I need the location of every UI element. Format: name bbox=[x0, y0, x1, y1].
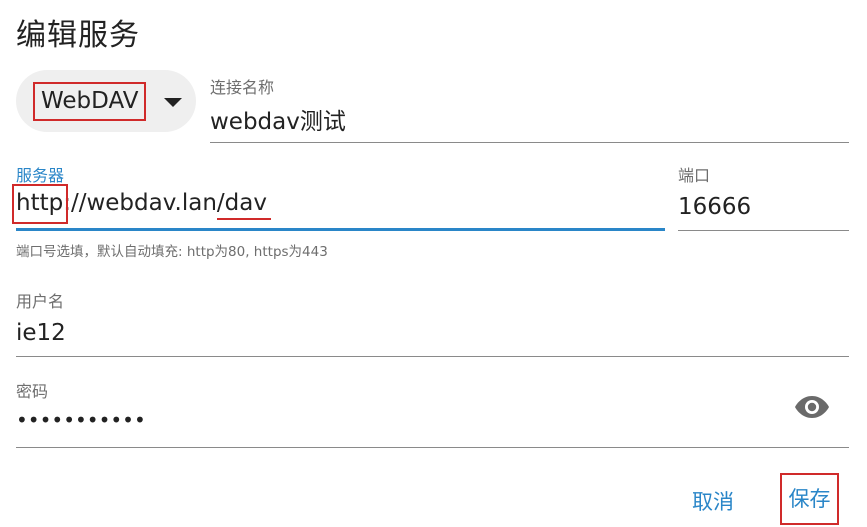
save-button[interactable]: 保存 bbox=[780, 473, 839, 525]
dropdown-arrow-icon bbox=[164, 98, 182, 107]
password-input[interactable]: ••••••••••• bbox=[16, 408, 146, 432]
server-label: 服务器 bbox=[16, 166, 65, 185]
eye-icon[interactable] bbox=[794, 394, 830, 420]
server-underline-focused bbox=[16, 228, 665, 231]
protocol-selected-value: WebDAV bbox=[33, 82, 147, 121]
path-highlight-underline bbox=[217, 218, 271, 220]
username-label: 用户名 bbox=[16, 292, 65, 311]
scheme-highlight-box bbox=[12, 184, 68, 224]
username-input[interactable]: ie12 bbox=[16, 320, 66, 346]
port-input[interactable]: 16666 bbox=[678, 194, 751, 220]
username-field[interactable]: 用户名 ie12 bbox=[16, 288, 849, 360]
connection-name-input[interactable]: webdav测试 bbox=[210, 102, 346, 136]
password-label: 密码 bbox=[16, 382, 49, 401]
connection-name-label: 连接名称 bbox=[210, 78, 275, 97]
username-underline bbox=[16, 356, 849, 357]
password-underline bbox=[16, 447, 849, 448]
connection-name-underline bbox=[210, 142, 849, 143]
server-helper-text: 端口号选填，默认自动填充: http为80, https为443 bbox=[16, 244, 328, 260]
port-field[interactable]: 端口 16666 bbox=[678, 162, 849, 234]
cancel-button[interactable]: 取消 bbox=[692, 486, 734, 516]
protocol-dropdown[interactable]: WebDAV bbox=[16, 70, 196, 132]
dialog-title: 编辑服务 bbox=[16, 18, 140, 53]
port-underline bbox=[678, 230, 849, 231]
password-field[interactable]: 密码 ••••••••••• bbox=[16, 378, 849, 450]
edit-service-dialog: 编辑服务 WebDAV 连接名称 webdav测试 服务器 http://web… bbox=[0, 0, 867, 527]
connection-name-field[interactable]: 连接名称 webdav测试 bbox=[210, 74, 849, 144]
server-field[interactable]: 服务器 http://webdav.lan/dav bbox=[12, 162, 665, 234]
port-label: 端口 bbox=[678, 166, 711, 185]
